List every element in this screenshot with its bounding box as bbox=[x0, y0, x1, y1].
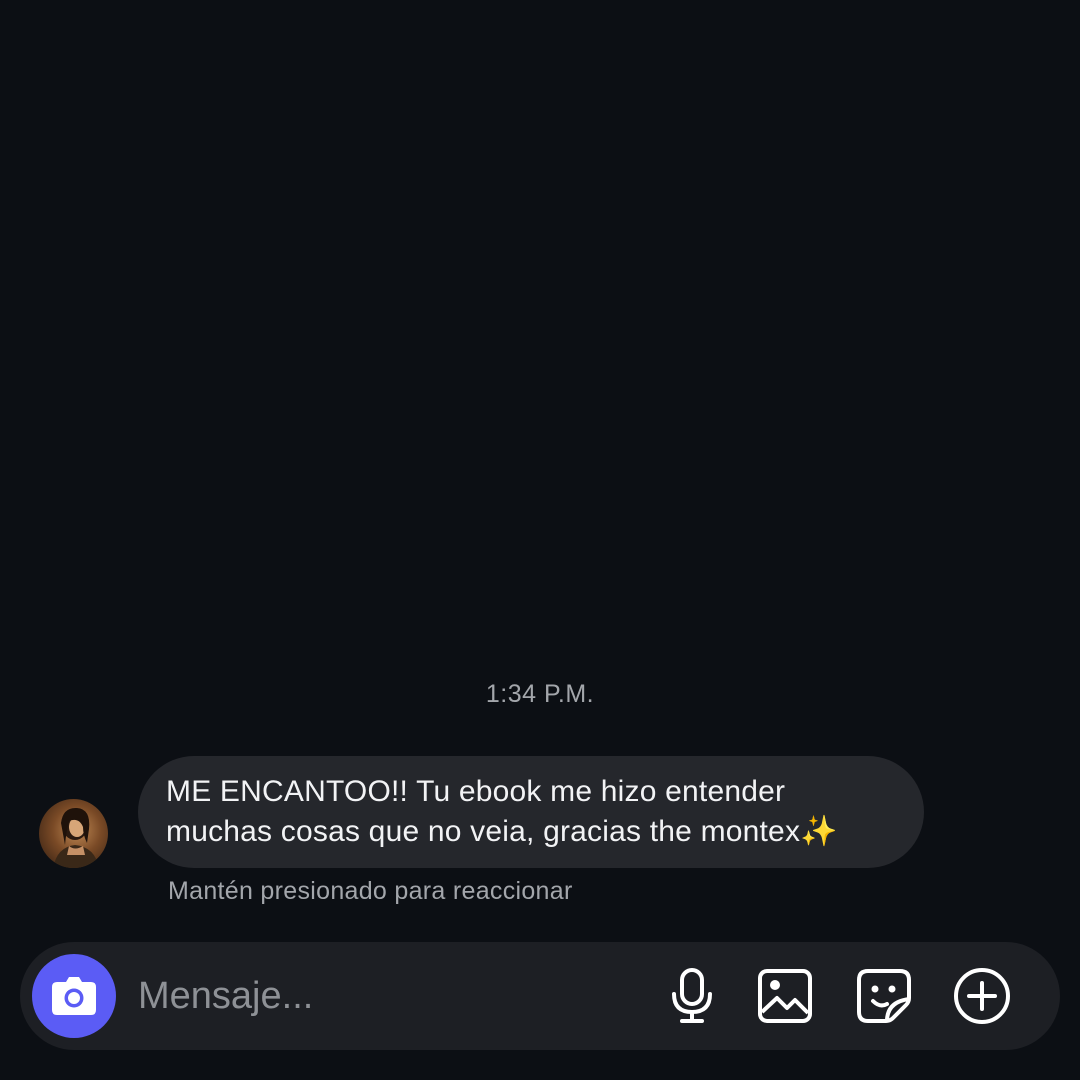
message-text-line-2: muchas cosas que no veia, gracias the mo… bbox=[166, 815, 838, 848]
image-icon bbox=[758, 969, 812, 1023]
chat-screen: 1:34 P.M. ME ENCANTOO!! Tu ebook me hizo… bbox=[0, 0, 1080, 1080]
plus-circle-icon bbox=[954, 968, 1010, 1024]
camera-button[interactable] bbox=[32, 954, 116, 1038]
gallery-button[interactable] bbox=[755, 966, 815, 1026]
avatar-image bbox=[53, 807, 99, 868]
sticker-icon bbox=[857, 969, 911, 1023]
message-composer bbox=[20, 942, 1060, 1050]
more-options-button[interactable] bbox=[952, 966, 1012, 1026]
sticker-button[interactable] bbox=[854, 966, 914, 1026]
reaction-hint: Mantén presionado para reaccionar bbox=[168, 877, 573, 905]
received-message-bubble[interactable]: ME ENCANTOO!! Tu ebook me hizo entender … bbox=[138, 756, 924, 868]
message-timestamp: 1:34 P.M. bbox=[485, 680, 595, 708]
message-text-line-1: ME ENCANTOO!! Tu ebook me hizo entender bbox=[166, 775, 786, 808]
camera-icon bbox=[52, 977, 96, 1015]
voice-message-button[interactable] bbox=[662, 966, 722, 1026]
sender-avatar[interactable] bbox=[39, 799, 108, 868]
message-input[interactable] bbox=[138, 970, 638, 1022]
microphone-icon bbox=[672, 968, 712, 1023]
